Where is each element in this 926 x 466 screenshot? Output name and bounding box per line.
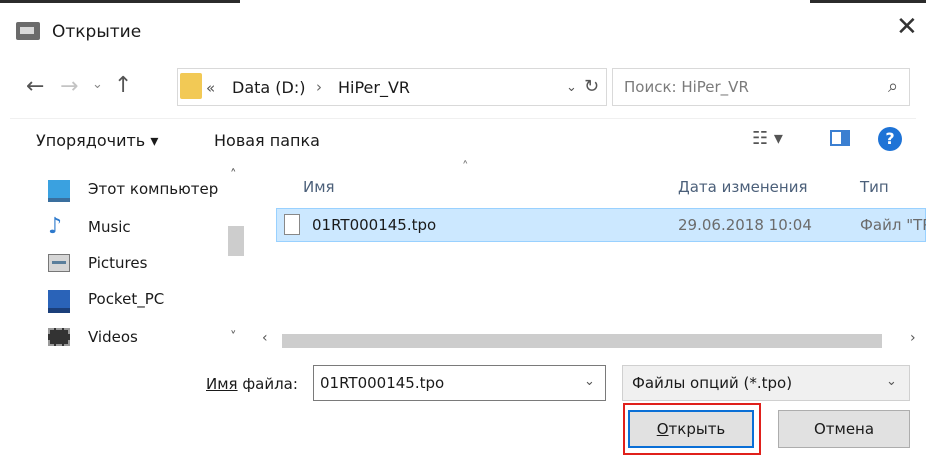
sidebar-item-music[interactable]: ♪ Music	[40, 214, 220, 244]
computer-icon	[48, 180, 70, 202]
folder-icon	[180, 73, 202, 99]
window-title: Открытие	[52, 22, 142, 42]
navigation-scrollbar[interactable]: ˄ ˅	[226, 168, 246, 358]
close-icon[interactable]: ✕	[896, 14, 918, 40]
navigation-pane: Этот компьютер ♪ Music Pictures Pocket_P…	[40, 168, 250, 358]
filetype-value[interactable]: Файлы опций (*.tpo)	[632, 374, 792, 392]
new-folder-button[interactable]: Новая папка	[214, 131, 320, 150]
address-dropdown-icon[interactable]: ⌄	[566, 80, 577, 95]
file-icon	[284, 214, 300, 235]
filetype-dropdown-icon[interactable]: ⌄	[886, 374, 897, 389]
sidebar-item-label: Этот компьютер	[88, 180, 219, 198]
scroll-left-icon[interactable]: ‹	[262, 330, 268, 346]
filename-label: Имя файла:	[206, 375, 298, 393]
sidebar-item-label: Music	[88, 218, 131, 236]
scroll-thumb[interactable]	[228, 226, 244, 256]
help-icon[interactable]: ?	[878, 127, 902, 151]
scroll-right-icon[interactable]: ›	[910, 330, 916, 346]
filename-value[interactable]: 01RT000145.tpo	[320, 374, 444, 392]
scroll-up-icon[interactable]: ˄	[230, 168, 237, 183]
sort-ascending-icon: ˄	[462, 160, 469, 175]
recent-locations-chevron-icon[interactable]: ⌄	[92, 77, 103, 92]
up-arrow-icon[interactable]: ↑	[114, 73, 132, 98]
search-icon[interactable]: ⌕	[888, 76, 898, 97]
scroll-down-icon[interactable]: ˅	[230, 330, 237, 345]
back-arrow-icon[interactable]: ←	[26, 74, 44, 99]
device-icon	[48, 290, 70, 313]
sidebar-item-label: Pictures	[88, 254, 148, 272]
toolbar-divider	[10, 118, 916, 119]
sidebar-item-label: Videos	[88, 328, 138, 346]
preview-pane-icon[interactable]	[830, 130, 850, 146]
scroll-thumb[interactable]	[282, 334, 882, 348]
window-icon	[16, 22, 40, 40]
address-segment-folder[interactable]: HiPer_VR	[338, 78, 410, 97]
sidebar-item-label: Pocket_PC	[88, 290, 165, 308]
pictures-icon	[48, 254, 70, 272]
sidebar-item-pictures[interactable]: Pictures	[40, 250, 220, 280]
organize-button[interactable]: Упорядочить ▾	[36, 131, 158, 150]
open-button-hotkey: О	[656, 420, 669, 438]
file-name[interactable]: 01RT000145.tpo	[312, 216, 436, 234]
address-segment-drive[interactable]: Data (D:)	[232, 78, 305, 97]
file-date: 29.06.2018 10:04	[678, 216, 812, 234]
videos-icon	[48, 328, 70, 346]
filename-label-text: файла:	[237, 375, 298, 393]
address-separator-icon[interactable]: ›	[316, 78, 322, 96]
cancel-button[interactable]: Отмена	[778, 410, 910, 448]
top-strip-band	[0, 0, 240, 3]
horizontal-scrollbar[interactable]: ‹ ›	[262, 330, 926, 352]
top-strip	[0, 0, 926, 10]
sidebar-item-this-pc[interactable]: Этот компьютер	[40, 176, 220, 206]
column-header-date[interactable]: Дата изменения	[678, 178, 808, 196]
open-button-label: ткрыть	[668, 420, 726, 438]
refresh-icon[interactable]: ↻	[584, 76, 599, 97]
file-type: Файл "TPO"	[860, 216, 926, 234]
filename-label-hotkey: Имя	[206, 375, 238, 393]
column-header-type[interactable]: Тип	[860, 178, 889, 196]
filename-dropdown-icon[interactable]: ⌄	[584, 374, 595, 389]
sidebar-item-pocket-pc[interactable]: Pocket_PC	[40, 286, 220, 316]
search-placeholder: Поиск: HiPer_VR	[624, 78, 749, 96]
column-header-name[interactable]: Имя	[303, 178, 335, 196]
sidebar-item-videos[interactable]: Videos	[40, 324, 220, 354]
address-overflow-chevron[interactable]: «	[206, 79, 215, 97]
top-strip-band	[810, 0, 926, 3]
view-options-icon[interactable]: ☷ ▾	[752, 128, 783, 149]
forward-arrow-icon[interactable]: →	[60, 74, 78, 99]
open-button[interactable]: Открыть	[628, 410, 754, 448]
music-icon: ♪	[48, 214, 63, 239]
